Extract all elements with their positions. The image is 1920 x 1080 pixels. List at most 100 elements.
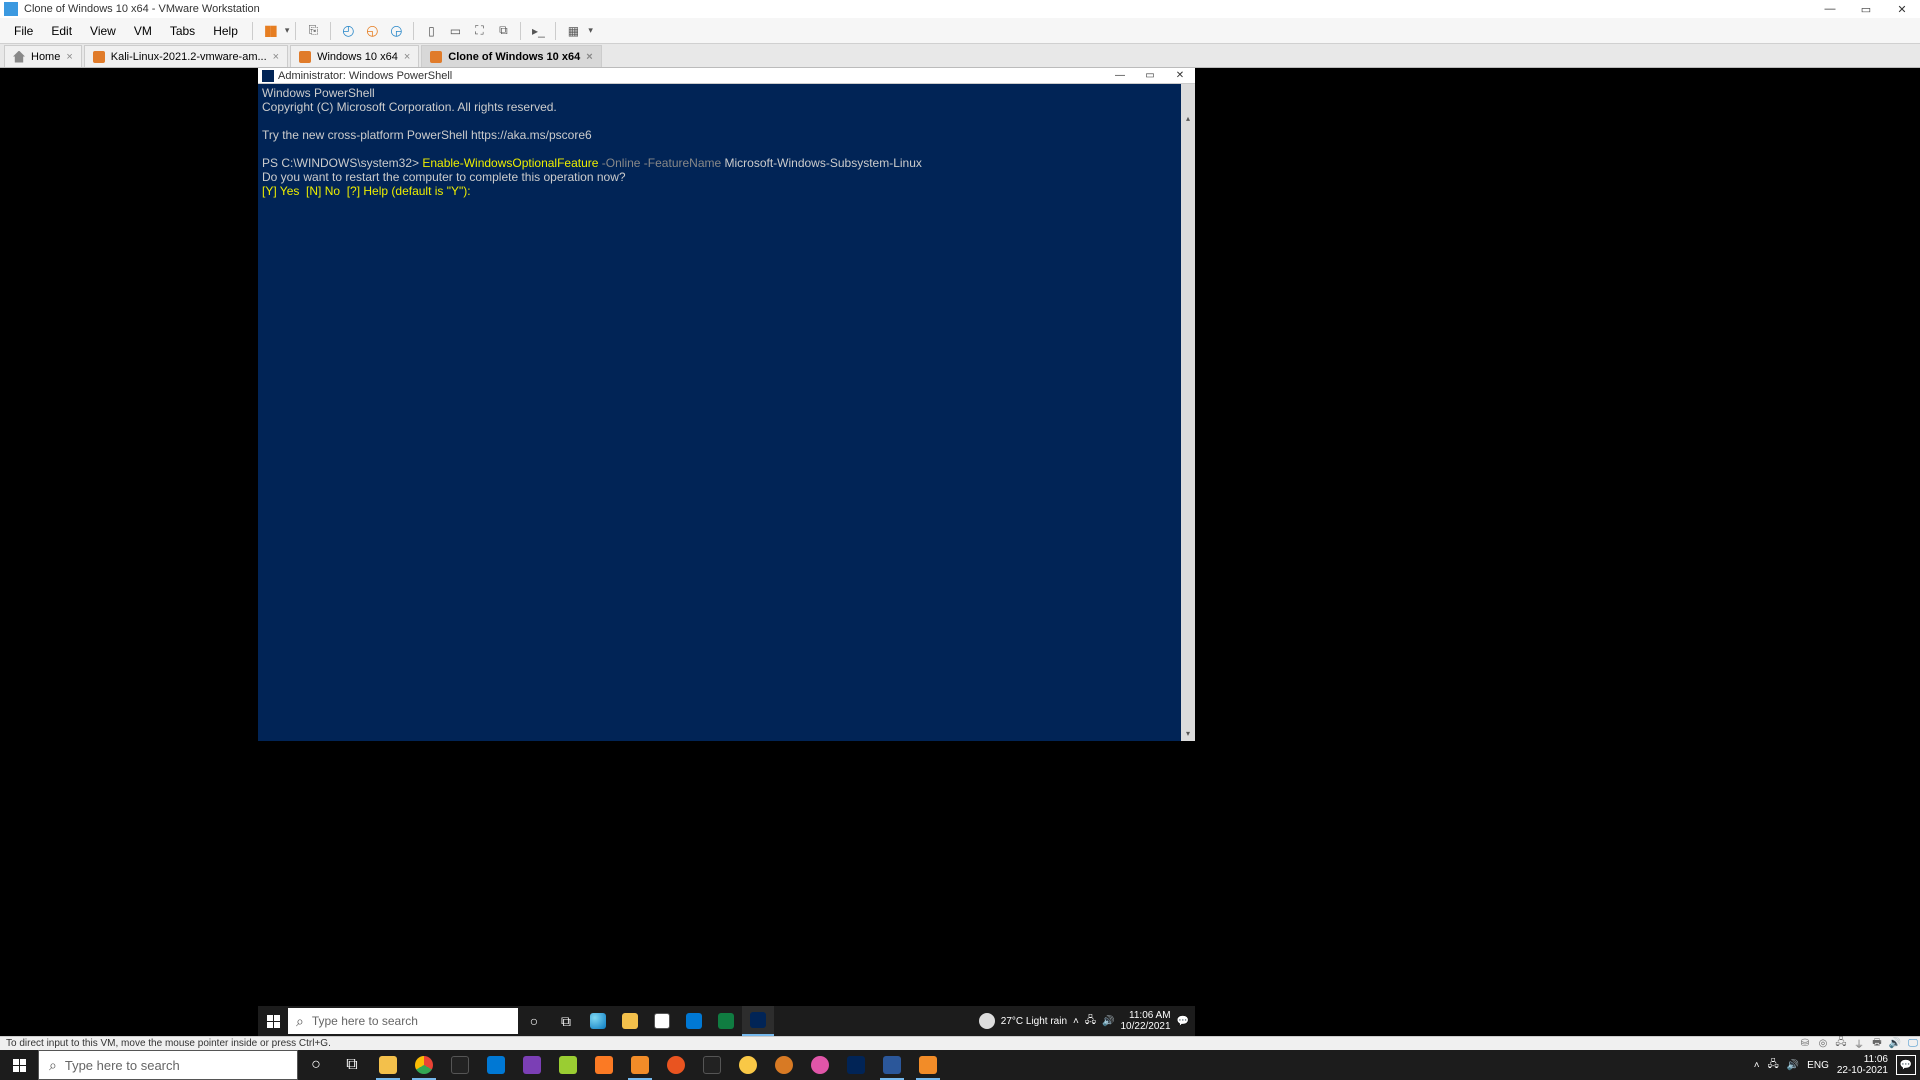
scrollbar[interactable]: ▴ ▾ — [1181, 84, 1195, 741]
guest-start-button[interactable] — [258, 1006, 288, 1036]
power-dropdown[interactable]: ▾ — [283, 25, 290, 36]
taskbar-app-pink[interactable] — [802, 1050, 838, 1080]
tab-clone-windows10[interactable]: Clone of Windows 10 x64 × — [421, 45, 601, 67]
scroll-up-icon[interactable]: ▴ — [1181, 112, 1195, 126]
library-dropdown[interactable]: ▾ — [586, 25, 593, 36]
cortana-button[interactable]: ○ — [518, 1006, 550, 1036]
host-task-view-button[interactable]: ⧉ — [334, 1050, 370, 1080]
library-button[interactable]: ▦ — [562, 20, 584, 42]
menu-vm[interactable]: VM — [126, 22, 160, 40]
taskbar-app-lock2[interactable] — [766, 1050, 802, 1080]
powershell-console[interactable]: Windows PowerShell Copyright (C) Microso… — [258, 84, 1195, 741]
device-usb-icon[interactable]: ⏚ — [1852, 1038, 1866, 1050]
device-disk-icon[interactable]: ⛁ — [1798, 1038, 1812, 1050]
menu-view[interactable]: View — [82, 22, 124, 40]
taskbar-store[interactable] — [646, 1006, 678, 1036]
close-icon[interactable]: × — [66, 51, 72, 63]
task-view-button[interactable]: ⧉ — [550, 1006, 582, 1036]
word-icon — [883, 1056, 901, 1074]
notification-icon[interactable]: 💬 — [1896, 1055, 1916, 1075]
taskbar-chrome[interactable] — [406, 1050, 442, 1080]
menu-help[interactable]: Help — [205, 22, 246, 40]
send-ctrlaltdel-button[interactable]: ⎘ — [302, 20, 324, 42]
windows-icon — [13, 1059, 26, 1072]
taskbar-app-lock[interactable] — [730, 1050, 766, 1080]
taskbar-ubuntu[interactable] — [658, 1050, 694, 1080]
powershell-icon — [847, 1056, 865, 1074]
minimize-button[interactable]: — — [1812, 0, 1848, 18]
menu-tabs[interactable]: Tabs — [162, 22, 203, 40]
powershell-titlebar[interactable]: Administrator: Windows PowerShell — ▭ ✕ — [258, 68, 1195, 84]
ps-close-button[interactable]: ✕ — [1165, 68, 1195, 84]
language-indicator[interactable]: ENG — [1807, 1060, 1829, 1071]
taskbar-mail[interactable] — [678, 1006, 710, 1036]
guest-time: 11:06 AM — [1120, 1010, 1170, 1021]
device-printer-icon[interactable]: 🖶 — [1870, 1038, 1884, 1050]
tab-windows10[interactable]: Windows 10 x64 × — [290, 45, 419, 67]
taskbar-word[interactable] — [874, 1050, 910, 1080]
app-icon — [775, 1056, 793, 1074]
taskbar-edge[interactable] — [582, 1006, 614, 1036]
device-cd-icon[interactable]: ◎ — [1816, 1038, 1830, 1050]
close-button[interactable]: ✕ — [1884, 0, 1920, 18]
taskbar-app-g[interactable] — [910, 1050, 946, 1080]
maximize-button[interactable]: ▭ — [1848, 0, 1884, 18]
taskbar-explorer[interactable] — [614, 1006, 646, 1036]
close-icon[interactable]: × — [273, 51, 279, 63]
guest-clock[interactable]: 11:06 AM 10/22/2021 — [1120, 1010, 1170, 1032]
taskbar-excel[interactable] — [710, 1006, 742, 1036]
tray-chevron-icon[interactable]: ˄ — [1073, 1016, 1079, 1027]
close-icon[interactable]: × — [586, 51, 592, 63]
scroll-down-icon[interactable]: ▾ — [1181, 727, 1195, 741]
taskbar-terminal[interactable] — [442, 1050, 478, 1080]
vm-viewport[interactable]: Administrator: Windows PowerShell — ▭ ✕ … — [0, 68, 1920, 1036]
host-cortana-button[interactable]: ○ — [298, 1050, 334, 1080]
edge-icon — [590, 1013, 606, 1029]
device-network-icon[interactable]: 🖧 — [1834, 1038, 1848, 1050]
view-fullscreen-button[interactable]: ⛶ — [468, 20, 490, 42]
tray-chevron-icon[interactable]: ˄ — [1754, 1060, 1760, 1071]
snapshot-take-button[interactable]: ◴ — [337, 20, 359, 42]
taskbar-terminal2[interactable] — [694, 1050, 730, 1080]
taskbar-powershell[interactable] — [742, 1006, 774, 1036]
taskbar-explorer[interactable] — [370, 1050, 406, 1080]
powershell-title: Administrator: Windows PowerShell — [278, 70, 452, 82]
menu-edit[interactable]: Edit — [43, 22, 80, 40]
app-icon — [919, 1056, 937, 1074]
ps-minimize-button[interactable]: — — [1105, 68, 1135, 84]
taskbar-vscode[interactable] — [478, 1050, 514, 1080]
view-appliance-button[interactable]: ▭ — [444, 20, 466, 42]
taskbar-vmware[interactable] — [622, 1050, 658, 1080]
guest-desktop[interactable]: Administrator: Windows PowerShell — ▭ ✕ … — [258, 68, 1195, 1036]
menu-file[interactable]: File — [6, 22, 41, 40]
taskbar-visualstudio[interactable] — [514, 1050, 550, 1080]
search-icon: ⌕ — [49, 1057, 57, 1074]
notification-icon[interactable]: 💬 — [1177, 1016, 1189, 1027]
volume-icon[interactable]: 🔊 — [1102, 1016, 1114, 1027]
network-icon[interactable]: 🖧 — [1768, 1057, 1779, 1074]
weather-text[interactable]: 27°C Light rain — [1001, 1016, 1067, 1027]
device-sound-icon[interactable]: 🔊 — [1888, 1038, 1902, 1050]
guest-search-box[interactable]: ⌕ Type here to search — [288, 1008, 518, 1034]
tab-home[interactable]: Home × — [4, 45, 82, 67]
tab-kali[interactable]: Kali-Linux-2021.2-vmware-am... × — [84, 45, 288, 67]
host-start-button[interactable] — [0, 1050, 38, 1080]
ps-maximize-button[interactable]: ▭ — [1135, 68, 1165, 84]
snapshot-manage-button[interactable]: ◶ — [385, 20, 407, 42]
powershell-icon — [750, 1012, 766, 1028]
network-icon[interactable]: 🖧 — [1085, 1013, 1096, 1030]
host-search-box[interactable]: ⌕ Type here to search — [38, 1050, 298, 1080]
snapshot-revert-button[interactable]: ◵ — [361, 20, 383, 42]
pause-vm-button[interactable]: ▮▮ — [259, 20, 281, 42]
taskbar-notepadpp[interactable] — [550, 1050, 586, 1080]
view-single-button[interactable]: ▯ — [420, 20, 442, 42]
device-display-icon[interactable]: 🖵 — [1906, 1038, 1920, 1050]
terminal-icon — [451, 1056, 469, 1074]
console-button[interactable]: ▸_ — [527, 20, 549, 42]
taskbar-xampp[interactable] — [586, 1050, 622, 1080]
close-icon[interactable]: × — [404, 51, 410, 63]
host-clock[interactable]: 11:06 22-10-2021 — [1837, 1054, 1888, 1076]
volume-icon[interactable]: 🔊 — [1787, 1060, 1799, 1071]
view-unity-button[interactable]: ⧉ — [492, 20, 514, 42]
taskbar-powershell[interactable] — [838, 1050, 874, 1080]
